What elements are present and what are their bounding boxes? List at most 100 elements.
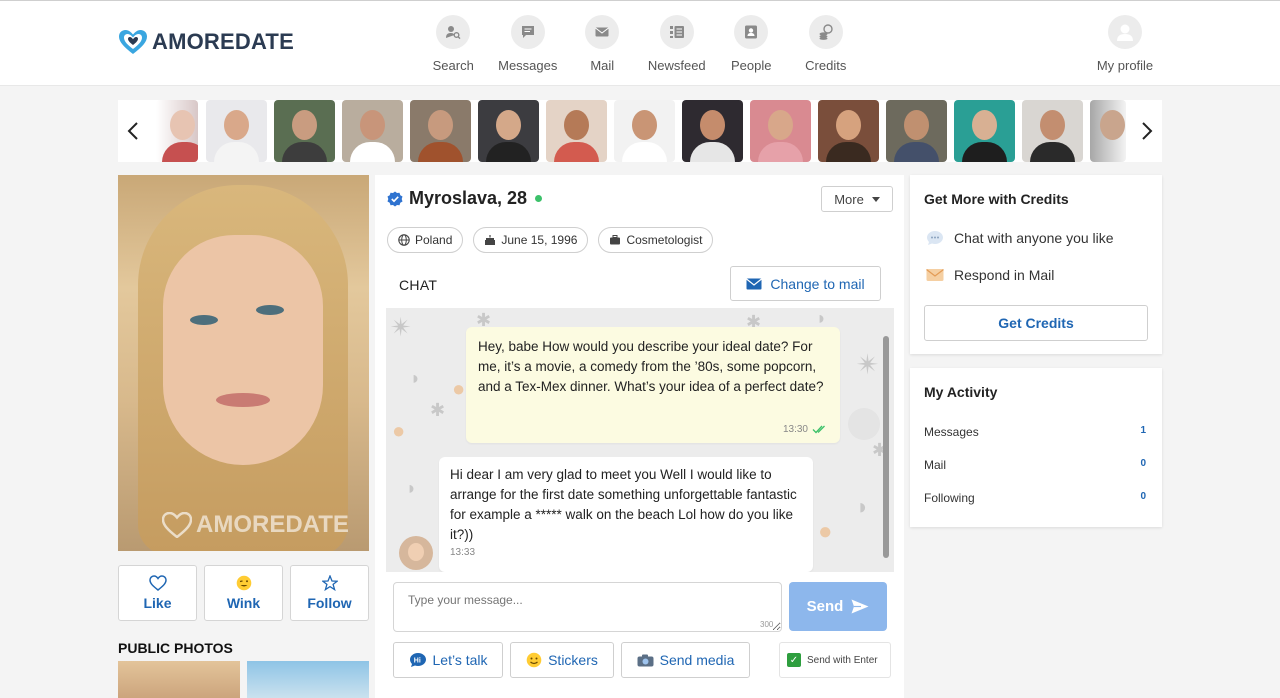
carousel-thumbnail[interactable]: [478, 100, 539, 162]
credit-benefit-chat: Chat with anyone you like: [926, 230, 1114, 246]
nav-credits[interactable]: Credits: [789, 15, 864, 73]
send-with-enter-toggle[interactable]: ✓ Send with Enter: [779, 642, 891, 678]
credits-panel-title: Get More with Credits: [924, 191, 1069, 207]
profile-main-photo[interactable]: AMOREDATE: [118, 175, 369, 551]
send-media-button[interactable]: Send media: [621, 642, 750, 678]
change-to-mail-button[interactable]: Change to mail: [730, 266, 881, 301]
country-chip: Poland: [387, 227, 464, 253]
message-input[interactable]: [393, 582, 782, 632]
nav-search[interactable]: Search: [416, 15, 491, 73]
chat-bubble-icon: [927, 231, 943, 245]
nav-messages[interactable]: Messages: [491, 15, 566, 73]
carousel-thumbnail[interactable]: [206, 100, 267, 162]
carousel-thumbnail[interactable]: [682, 100, 743, 162]
spiderweb-icon: ✴: [390, 312, 412, 342]
message-time: 13:33: [450, 547, 476, 558]
send-button[interactable]: Send: [789, 582, 887, 631]
chat-messages-area[interactable]: ✴ ✱ ✴ ◗ ● ✱ ● ◗ ✱ ◗ ● ✱ ◗ Hey, babe How …: [386, 308, 894, 572]
more-dropdown[interactable]: More: [821, 186, 893, 212]
cake-icon: [485, 235, 496, 245]
nav-label: People: [731, 58, 772, 73]
chevron-right-icon: [1142, 122, 1153, 140]
pumpkin-icon: ●: [818, 518, 833, 545]
chevron-left-icon: [127, 122, 138, 140]
nav-newsfeed[interactable]: Newsfeed: [640, 15, 715, 73]
coins-icon: [808, 15, 843, 49]
birthday-chip: June 15, 1996: [473, 227, 589, 253]
carousel-thumbnail[interactable]: [342, 100, 403, 162]
chat-scrollbar[interactable]: [883, 336, 889, 558]
public-photo[interactable]: [247, 661, 369, 698]
envelope-icon: [585, 15, 620, 49]
chat-message-outgoing: Hey, babe How would you describe your id…: [466, 327, 840, 443]
checkbox-checked-icon[interactable]: ✓: [787, 653, 801, 667]
contact-avatar: [399, 536, 433, 570]
carousel-thumbnail[interactable]: [410, 100, 471, 162]
pumpkin-icon: ●: [392, 418, 406, 443]
double-check-icon: [812, 425, 825, 434]
carousel-thumbnail[interactable]: [886, 100, 947, 162]
nav-people[interactable]: People: [714, 15, 789, 73]
spider-icon: ✱: [430, 400, 446, 420]
carousel-thumbnail[interactable]: [750, 100, 811, 162]
chat-bubble-icon: [510, 15, 545, 49]
heart-watermark-icon: [162, 512, 192, 538]
stickers-button[interactable]: Stickers: [510, 642, 614, 678]
activity-row-mail[interactable]: Mail 0: [924, 458, 1148, 472]
activity-count: 0: [1140, 458, 1146, 469]
activity-panel-title: My Activity: [924, 384, 998, 400]
carousel-prev-button[interactable]: [118, 100, 148, 162]
envelope-icon: [926, 269, 944, 281]
bat-icon: ◗: [816, 308, 827, 328]
like-button[interactable]: Like: [118, 565, 197, 621]
nav-mail[interactable]: Mail: [565, 15, 640, 73]
top-header: AMOREDATE Search Messages Mail Newsfeed: [0, 0, 1280, 86]
search-user-icon: [436, 15, 471, 49]
activity-panel: My Activity Messages 1 Mail 0 Following …: [910, 368, 1162, 527]
spiderweb-icon: ✴: [856, 349, 880, 380]
carousel-thumbnail[interactable]: [546, 100, 607, 162]
wink-emoji-icon: [236, 575, 251, 591]
profile-name-row: Myroslava, 28: [387, 188, 543, 209]
activity-row-messages[interactable]: Messages 1: [924, 425, 1148, 439]
carousel-thumbnail[interactable]: [954, 100, 1015, 162]
nav-label: Newsfeed: [647, 58, 706, 73]
carousel-photos: [156, 100, 1126, 162]
credits-panel: Get More with Credits Chat with anyone y…: [910, 175, 1162, 354]
bat-icon: ◗: [856, 494, 870, 519]
carousel-next-button[interactable]: [1132, 100, 1162, 162]
get-credits-button[interactable]: Get Credits: [924, 305, 1148, 341]
logo[interactable]: AMOREDATE: [118, 29, 294, 55]
carousel-thumbnail[interactable]: [1022, 100, 1083, 162]
caret-down-icon: [871, 196, 880, 202]
public-photos-title: PUBLIC PHOTOS: [118, 640, 233, 656]
public-photo[interactable]: [118, 661, 240, 698]
sticker-emoji-icon: [526, 652, 542, 668]
carousel-thumbnail[interactable]: [274, 100, 335, 162]
star-icon: [321, 575, 338, 591]
nav-my-profile[interactable]: My profile: [1090, 15, 1160, 73]
verified-badge-icon: [387, 191, 403, 206]
briefcase-icon: [610, 235, 621, 245]
job-chip: Cosmetologist: [598, 227, 714, 253]
newsfeed-icon: [659, 15, 694, 49]
person-card-icon: [734, 15, 769, 49]
message-text: Hey, babe How would you describe your id…: [478, 339, 824, 394]
carousel-thumbnail[interactable]: [614, 100, 675, 162]
chat-message-incoming: Hi dear I am very glad to meet you Well …: [439, 457, 813, 572]
activity-count: 0: [1140, 491, 1146, 502]
carousel-thumbnail[interactable]: [156, 100, 198, 162]
wink-label: Wink: [226, 595, 261, 611]
carousel-thumbnail[interactable]: [1090, 100, 1126, 162]
nav-label: Mail: [590, 58, 615, 73]
activity-row-following[interactable]: Following 0: [924, 491, 1148, 505]
photo-watermark: AMOREDATE: [162, 511, 349, 539]
bat-icon: ◗: [406, 478, 417, 498]
follow-button[interactable]: Follow: [290, 565, 369, 621]
nav-label: Messages: [498, 58, 558, 73]
carousel-thumbnail[interactable]: [818, 100, 879, 162]
lets-talk-button[interactable]: Hi Let’s talk: [393, 642, 503, 678]
wink-button[interactable]: Wink: [204, 565, 283, 621]
user-avatar-icon: [1108, 15, 1142, 49]
camera-icon: [637, 654, 654, 666]
